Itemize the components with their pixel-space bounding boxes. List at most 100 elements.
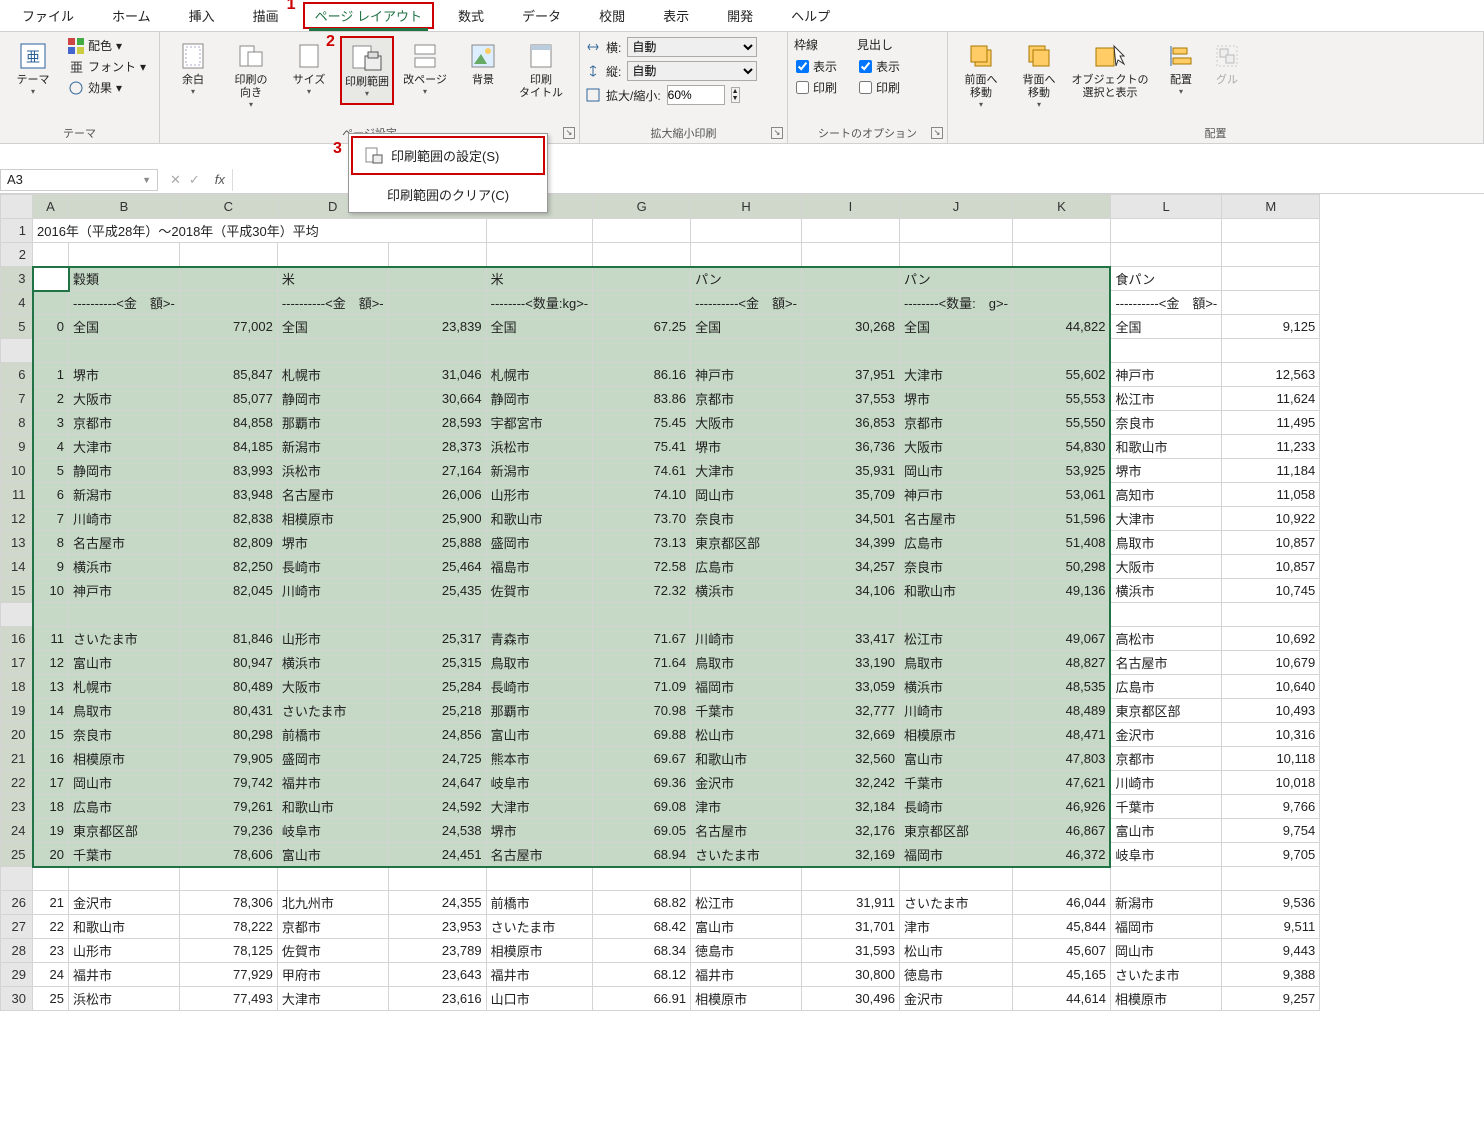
cell[interactable]: 奈良市 [1110,411,1221,435]
cell[interactable]: 10,922 [1222,507,1320,531]
cell[interactable] [33,243,69,267]
send-backward-button[interactable]: 背面へ 移動▾ [1012,36,1066,114]
cell[interactable]: 富山市 [486,723,593,747]
cell[interactable]: 津市 [691,795,802,819]
cell[interactable]: 11,233 [1222,435,1320,459]
row-header[interactable]: 23 [1,795,33,819]
cell[interactable]: 45,844 [1012,915,1110,939]
cell[interactable]: 23,953 [388,915,486,939]
themes-button[interactable]: 亜 テーマ▾ [6,36,60,101]
cell[interactable]: 熊本市 [486,747,593,771]
row-header[interactable]: 28 [1,939,33,963]
gridlines-view-check[interactable]: 表示 [794,57,839,76]
cell[interactable]: 23,839 [388,315,486,339]
col-header[interactable]: K [1012,195,1110,219]
headings-view-check[interactable]: 表示 [857,57,902,76]
cell[interactable]: さいたま市 [1110,963,1221,987]
cell[interactable]: 80,947 [179,651,277,675]
row-header[interactable]: 13 [1,531,33,555]
col-header[interactable]: C [179,195,277,219]
cell[interactable]: 10,857 [1222,555,1320,579]
cell[interactable]: 甲府市 [277,963,388,987]
cell[interactable]: 25,435 [388,579,486,603]
tab-file[interactable]: ファイル [8,0,88,31]
cell[interactable]: 66.91 [593,987,691,1011]
cell[interactable]: 10,316 [1222,723,1320,747]
cell[interactable]: 26,006 [388,483,486,507]
cell[interactable] [486,219,593,243]
cell[interactable]: 東京都区部 [1110,699,1221,723]
cell[interactable]: 堺市 [1110,459,1221,483]
cell[interactable]: 鳥取市 [691,651,802,675]
cell[interactable]: 那覇市 [277,411,388,435]
cell[interactable] [1110,243,1221,267]
cell[interactable]: 11,058 [1222,483,1320,507]
cell[interactable]: 10,692 [1222,627,1320,651]
cell[interactable]: 川崎市 [69,507,180,531]
cell[interactable]: --------<数量:kg>- [486,291,593,315]
cell[interactable]: 5 [33,459,69,483]
cell[interactable]: 和歌山市 [899,579,1012,603]
cell[interactable]: 食パン [1110,267,1221,291]
cell[interactable]: 25,464 [388,555,486,579]
cell[interactable]: 24,725 [388,747,486,771]
cell[interactable]: 23,643 [388,963,486,987]
cell[interactable]: 京都市 [1110,747,1221,771]
cell[interactable]: 奈良市 [691,507,802,531]
cell[interactable]: 浜松市 [69,987,180,1011]
cell[interactable]: 広島市 [1110,675,1221,699]
cell[interactable]: 川崎市 [1110,771,1221,795]
row-header[interactable]: 11 [1,483,33,507]
cell[interactable]: 穀類 [69,267,180,291]
cell[interactable]: 49,136 [1012,579,1110,603]
cell[interactable]: 大阪市 [691,411,802,435]
cell[interactable]: 31,701 [801,915,899,939]
cell[interactable]: 1 [33,363,69,387]
cell[interactable]: 73.13 [593,531,691,555]
cell[interactable]: 9,766 [1222,795,1320,819]
cell[interactable]: 70.98 [593,699,691,723]
cell[interactable]: 神戸市 [691,363,802,387]
cell[interactable]: 2016年（平成28年）〜2018年（平成30年）平均 [33,219,487,243]
cell[interactable]: 30,268 [801,315,899,339]
cell[interactable]: 和歌山市 [1110,435,1221,459]
cell[interactable]: 55,550 [1012,411,1110,435]
cell[interactable]: 8 [33,531,69,555]
cell[interactable]: 33,059 [801,675,899,699]
tab-data[interactable]: データ [508,0,575,31]
cell[interactable]: 79,261 [179,795,277,819]
cell[interactable]: 37,553 [801,387,899,411]
cell[interactable] [899,243,1012,267]
cell[interactable]: 長崎市 [899,795,1012,819]
cell[interactable]: ----------<金 額>- [1110,291,1221,315]
cell[interactable]: 富山市 [1110,819,1221,843]
enter-icon[interactable]: ✓ [189,172,200,188]
cell[interactable]: 千葉市 [691,699,802,723]
cell[interactable]: 福井市 [69,963,180,987]
cell[interactable]: 京都市 [277,915,388,939]
orientation-button[interactable]: 印刷の 向き▾ [224,36,278,114]
cell[interactable]: 69.08 [593,795,691,819]
cell[interactable]: 大津市 [899,363,1012,387]
cell[interactable]: 名古屋市 [277,483,388,507]
cell[interactable]: 32,242 [801,771,899,795]
row-header[interactable]: 2 [1,243,33,267]
cell[interactable]: 堺市 [691,435,802,459]
cell[interactable]: 14 [33,699,69,723]
print-area-button[interactable]: 2 印刷範囲▾ [340,36,394,105]
cell[interactable]: 45,165 [1012,963,1110,987]
cell[interactable]: 和歌山市 [691,747,802,771]
cell[interactable]: 那覇市 [486,699,593,723]
cell[interactable] [801,267,899,291]
cell[interactable]: 46,044 [1012,891,1110,915]
cell[interactable] [1222,291,1320,315]
cell[interactable]: 横浜市 [277,651,388,675]
row-header[interactable]: 18 [1,675,33,699]
page-setup-launcher[interactable]: ↘ [563,127,575,139]
cell[interactable] [33,267,69,291]
cell[interactable]: 金沢市 [1110,723,1221,747]
cell[interactable] [1222,267,1320,291]
cell[interactable]: 和歌山市 [486,507,593,531]
cell[interactable]: 松江市 [1110,387,1221,411]
cell[interactable]: 24,592 [388,795,486,819]
